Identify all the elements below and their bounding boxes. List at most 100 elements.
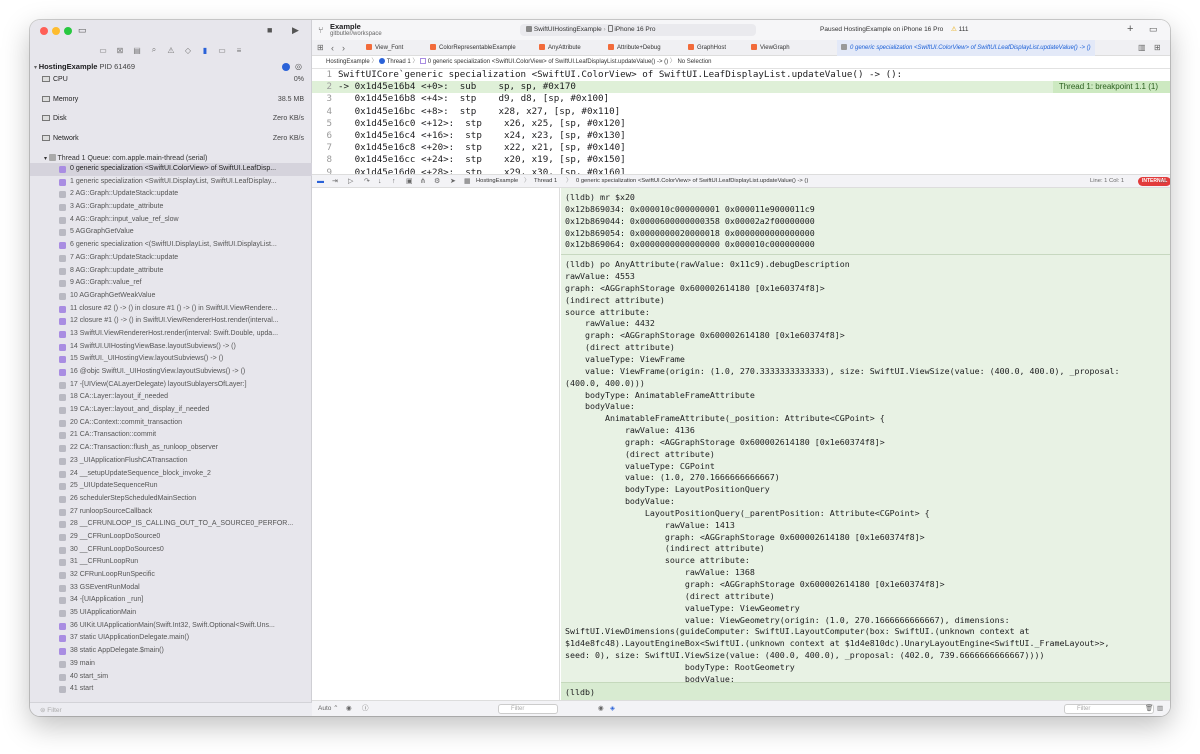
- stack-frame[interactable]: 36 UIKit.UIApplicationMain(Swift.Int32, …: [30, 620, 312, 633]
- back-icon[interactable]: ‹: [331, 40, 334, 56]
- stack-frame[interactable]: 29 __CFRunLoopDoSource0: [30, 531, 312, 544]
- auto-selector[interactable]: Auto ⌃: [318, 701, 339, 716]
- jumpbar-selection[interactable]: No Selection: [677, 59, 711, 65]
- split-icon[interactable]: ▥: [1157, 701, 1163, 716]
- memory-gauge[interactable]: Memory 38.5 MB: [42, 96, 304, 108]
- test-icon[interactable]: ◇: [183, 46, 193, 55]
- breakpoints-toggle-icon[interactable]: ⇥: [332, 175, 338, 188]
- breakpoint-badge[interactable]: Thread 1: breakpoint 1.1 (1): [1052, 81, 1170, 93]
- stack-frame[interactable]: 35 UIApplicationMain: [30, 607, 312, 620]
- debug-navigator-icon[interactable]: ▮: [200, 46, 210, 55]
- thread-row[interactable]: ▾ Thread 1 Queue: com.apple.main-thread …: [44, 154, 207, 162]
- stack-frame[interactable]: 38 static AppDelegate.$main(): [30, 645, 312, 658]
- stack-frame[interactable]: 34 -[UIApplication _run]: [30, 594, 312, 607]
- memory-graph-icon[interactable]: ⋔: [420, 175, 426, 188]
- process-options-icon[interactable]: ◎: [295, 62, 302, 71]
- sidebar-filter-input[interactable]: ⊜ Filter: [30, 702, 312, 716]
- split-editor-icon[interactable]: ▥: [1138, 40, 1146, 56]
- network-gauge[interactable]: Network Zero KB/s: [42, 135, 304, 147]
- warning-count[interactable]: 111: [959, 26, 969, 33]
- disk-gauge[interactable]: Disk Zero KB/s: [42, 115, 304, 127]
- process-row[interactable]: ▾ HostingExample PID 61469 ◎: [34, 62, 308, 74]
- stack-frame[interactable]: 23 _UIApplicationFlushCATransaction: [30, 455, 312, 468]
- stack-frame[interactable]: 30 __CFRunLoopDoSources0: [30, 544, 312, 557]
- minimize-window-button[interactable]: [52, 27, 60, 35]
- stack-frame[interactable]: 11 closure #2 () -> () in closure #1 () …: [30, 303, 312, 316]
- jumpbar-project[interactable]: HostingExample: [326, 59, 370, 65]
- lldb-prompt[interactable]: (lldb): [561, 682, 1170, 700]
- view-debugger-icon[interactable]: ▣: [406, 175, 413, 188]
- stack-frame[interactable]: 16 @objc SwiftUI._UIHostingView.layoutSu…: [30, 366, 312, 379]
- info-icon[interactable]: ⓘ: [362, 701, 369, 716]
- stack-frame[interactable]: 6 generic specialization <(SwiftUI.Displ…: [30, 239, 312, 252]
- stack-frame[interactable]: 15 SwiftUI._UIHostingView.layoutSubviews…: [30, 353, 312, 366]
- stack-frame[interactable]: 7 AG::Graph::UpdateStack::update: [30, 252, 312, 265]
- project-name[interactable]: Example: [330, 22, 361, 31]
- stack-frame[interactable]: 8 AG::Graph::update_attribute: [30, 265, 312, 278]
- stack-frame[interactable]: 10 AGGraphGetWeakValue: [30, 290, 312, 303]
- step-into-icon[interactable]: ↓: [378, 175, 382, 188]
- stack-frame[interactable]: 26 schedulerStepScheduledMainSection: [30, 493, 312, 506]
- debug-jump-project[interactable]: HostingExample: [476, 175, 518, 188]
- add-editor-icon[interactable]: ⊞: [1154, 40, 1161, 56]
- stack-frame[interactable]: 32 CFRunLoopRunSpecific: [30, 569, 312, 582]
- branch-name[interactable]: gitbutler/workspace: [330, 31, 382, 37]
- stack-frame[interactable]: 18 CA::Layer::layout_if_needed: [30, 391, 312, 404]
- step-out-icon[interactable]: ↑: [392, 175, 396, 188]
- stack-frame[interactable]: 41 start: [30, 683, 312, 696]
- debug-area-toggle-icon[interactable]: ▬: [317, 175, 324, 188]
- stack-frame[interactable]: 4 AG::Graph::input_value_ref_slow: [30, 214, 312, 227]
- tab-color-representable-example[interactable]: ColorRepresentableExample: [430, 40, 516, 56]
- symbol-icon[interactable]: ▤: [132, 46, 142, 55]
- jumpbar-thread[interactable]: Thread 1: [387, 59, 411, 65]
- report-icon[interactable]: ≡: [234, 46, 244, 55]
- inspector-toggle-icon[interactable]: ▭: [1149, 24, 1158, 35]
- stop-icon[interactable]: ■: [267, 25, 272, 35]
- stack-frame[interactable]: 14 SwiftUI.UIHostingViewBase.layoutSubvi…: [30, 341, 312, 354]
- stack-frame[interactable]: 27 runloopSourceCallback: [30, 506, 312, 519]
- find-icon[interactable]: ⌕: [149, 45, 159, 55]
- debug-jump-frame[interactable]: 0 generic specialization <SwiftUI.ColorV…: [576, 175, 876, 188]
- close-window-button[interactable]: [40, 27, 48, 35]
- stack-frame[interactable]: 24 __setupUpdateSequence_block_invoke_2: [30, 468, 312, 481]
- stack-frame[interactable]: 25 _UIUpdateSequenceRun: [30, 480, 312, 493]
- environment-icon[interactable]: ⚙: [434, 175, 440, 188]
- stack-frame[interactable]: 1 generic specialization <SwiftUI.Displa…: [30, 176, 312, 189]
- stack-frame[interactable]: 0 generic specialization <SwiftUI.ColorV…: [30, 163, 312, 176]
- stack-frame[interactable]: 40 start_sim: [30, 671, 312, 684]
- eye-icon[interactable]: ◉: [598, 701, 604, 716]
- issue-icon[interactable]: ⚠: [166, 46, 176, 55]
- jumpbar-frame[interactable]: 0 generic specialization <SwiftUI.ColorV…: [428, 59, 668, 65]
- stack-frame[interactable]: 22 CA::Transaction::flush_as_runloop_obs…: [30, 442, 312, 455]
- stack-frame[interactable]: 37 static UIApplicationDelegate.main(): [30, 632, 312, 645]
- grid-icon[interactable]: ⊞: [317, 40, 324, 56]
- forward-icon[interactable]: ›: [342, 40, 345, 56]
- tab-attribute-debug[interactable]: Attribute+Debug: [608, 40, 661, 56]
- sidebar-toggle-icon[interactable]: ▭: [78, 25, 87, 36]
- add-icon[interactable]: +: [1127, 23, 1133, 35]
- tab-any-attribute[interactable]: AnyAttribute: [539, 40, 581, 56]
- stack-frame[interactable]: 33 GSEventRunModal: [30, 582, 312, 595]
- stack-frame[interactable]: 39 main: [30, 658, 312, 671]
- scheme-selector[interactable]: SwiftUIHostingExample › iPhone 16 Pro: [520, 24, 756, 36]
- process-info-icon[interactable]: [282, 63, 290, 71]
- stack-frame[interactable]: 13 SwiftUI.ViewRendererHost.render(inter…: [30, 328, 312, 341]
- stack-frame[interactable]: 31 __CFRunLoopRun: [30, 556, 312, 569]
- variables-filter-input[interactable]: Filter: [498, 704, 558, 714]
- stack-frame[interactable]: 3 AG::Graph::update_attribute: [30, 201, 312, 214]
- disassembly-editor[interactable]: 1 SwiftUICore`generic specialization <Swi…: [312, 69, 1170, 174]
- console-layout-icon[interactable]: ▭: [1160, 175, 1167, 188]
- cpu-gauge[interactable]: CPU 0%: [42, 76, 304, 88]
- lldb-console[interactable]: (lldb) mr $x20 0x12b869034: 0x000010c0000…: [561, 188, 1170, 700]
- debug-jump-thread[interactable]: Thread 1: [534, 175, 557, 188]
- lldb-icon[interactable]: ◈: [610, 701, 615, 716]
- stack-frame[interactable]: 20 CA::Context::commit_transaction: [30, 417, 312, 430]
- tab-view-font[interactable]: View_Font: [366, 40, 403, 56]
- console-filter-input[interactable]: Filter: [1064, 704, 1154, 714]
- step-over-icon[interactable]: ↷: [364, 175, 370, 188]
- stack-frame[interactable]: 19 CA::Layer::layout_and_display_if_need…: [30, 404, 312, 417]
- stack-frame[interactable]: 21 CA::Transaction::commit: [30, 429, 312, 442]
- stack-frame[interactable]: 2 AG::Graph::UpdateStack::update: [30, 188, 312, 201]
- tab-graph-host[interactable]: GraphHost: [688, 40, 726, 56]
- run-icon[interactable]: ▶: [292, 25, 299, 36]
